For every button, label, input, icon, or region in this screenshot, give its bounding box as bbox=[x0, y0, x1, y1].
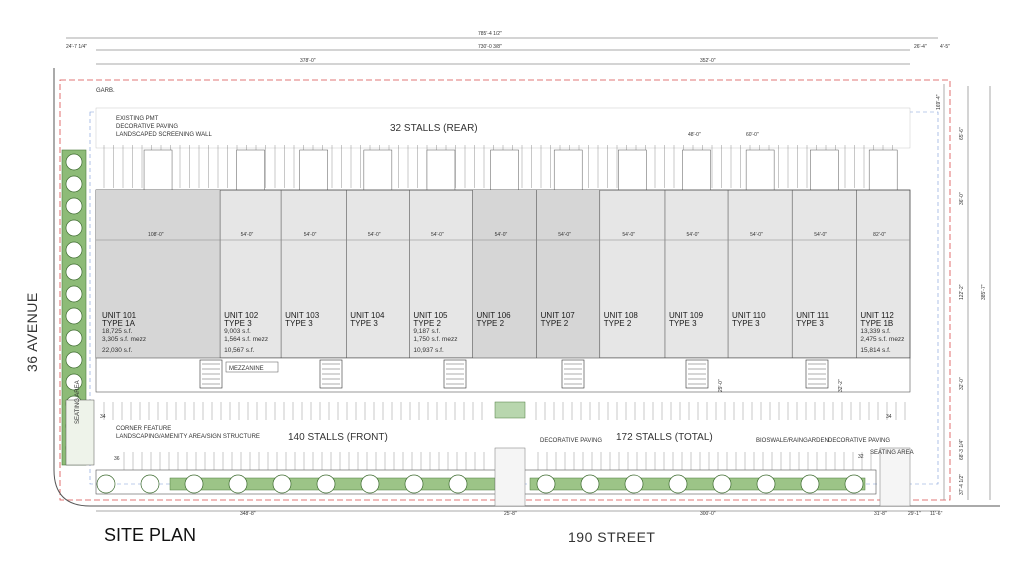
unit-label: 9,003 s.f. bbox=[224, 328, 251, 335]
text-layer: SITE PLAN 190 STREET 36 AVENUE 32 STALLS… bbox=[24, 31, 987, 545]
page-title: SITE PLAN bbox=[104, 525, 196, 545]
dim-bottom-driveway: 25'-8" bbox=[504, 511, 517, 517]
unit-label: 15,814 s.f. bbox=[860, 347, 891, 354]
stalls-rear: 32 STALLS (REAR) bbox=[390, 123, 478, 134]
stall-count-b: 36 bbox=[114, 456, 120, 462]
unit-label: 2,475 s.f. mezz bbox=[860, 336, 904, 343]
bay-width-label: 54'-0" bbox=[622, 232, 635, 238]
stall-count-a: 34 bbox=[886, 414, 892, 420]
stall-count-c: 34 bbox=[100, 414, 106, 420]
unit-label: TYPE 2 bbox=[413, 319, 441, 328]
dim-bottom-r3: 11'-6" bbox=[930, 511, 943, 517]
dim-bottom-east: 300'-0" bbox=[700, 511, 716, 517]
unit-label: 1,750 s.f. mezz bbox=[413, 336, 457, 343]
unit-label: TYPE 1A bbox=[102, 319, 136, 328]
callout-mezzanine: MEZZANINE bbox=[229, 366, 264, 372]
callout-corner-feature-2: LANDSCAPING/AMENITY AREA/SIGN STRUCTURE bbox=[116, 434, 260, 440]
dim-right-setback-b: 4'-5" bbox=[940, 44, 950, 50]
unit-label: TYPE 1B bbox=[860, 319, 893, 328]
dim-loading-a: 48'-0" bbox=[688, 132, 701, 138]
unit-label: TYPE 3 bbox=[350, 319, 378, 328]
dim-mezz-a: 29'-0" bbox=[718, 379, 724, 392]
dim-bottom-r1: 31'-8" bbox=[874, 511, 887, 517]
stalls-total: 172 STALLS (TOTAL) bbox=[616, 432, 713, 443]
callout-corner-feature-1: CORNER FEATURE bbox=[116, 426, 171, 432]
callout-seating-west: SEATING AREA bbox=[75, 380, 81, 424]
unit-label: 22,030 s.f. bbox=[102, 347, 133, 354]
callout-existing-pmt: EXISTING PMT bbox=[116, 116, 159, 122]
unit-label: 3,305 s.f. mezz bbox=[102, 336, 146, 343]
callout-bioswale: BIOSWALE/RAINGARDEN bbox=[756, 438, 829, 444]
dim-building: 730'-0 3/8" bbox=[478, 44, 502, 50]
unit-label: TYPE 3 bbox=[732, 319, 760, 328]
bay-width-label: 54'-0" bbox=[814, 232, 827, 238]
unit-label: 18,725 s.f. bbox=[102, 328, 133, 335]
bay-width-label: 54'-0" bbox=[495, 232, 508, 238]
callout-decorative-paving-mid: DECORATIVE PAVING bbox=[540, 438, 602, 444]
bay-width-label: 54'-0" bbox=[431, 232, 444, 238]
stall-count-d: 32 bbox=[858, 454, 864, 460]
dim-right-vertical-5: 169'-4" bbox=[936, 94, 942, 110]
unit-label: TYPE 3 bbox=[285, 319, 313, 328]
unit-label: 9,187 s.f. bbox=[413, 328, 440, 335]
bay-width-label: 54'-0" bbox=[750, 232, 763, 238]
dim-left-setback: 24'-7 1/4" bbox=[66, 44, 87, 50]
unit-label: TYPE 2 bbox=[604, 319, 632, 328]
unit-label: 10,937 s.f. bbox=[413, 347, 444, 354]
callout-garb: GARB. bbox=[96, 88, 115, 94]
dim-right-vertical-4: 385'-7" bbox=[981, 284, 987, 300]
callout-decorative-paving-east: DECORATIVE PAVING bbox=[828, 438, 890, 444]
street-south: 190 STREET bbox=[568, 529, 655, 545]
dim-right-vertical-6: 32'-0" bbox=[959, 377, 965, 390]
bay-width-label: 54'-0" bbox=[304, 232, 317, 238]
dim-right-setback-a: 26'-4" bbox=[914, 44, 927, 50]
unit-label: TYPE 2 bbox=[541, 319, 569, 328]
dim-bottom-west: 348'-8" bbox=[240, 511, 256, 517]
dim-mezz-b: 32'-2" bbox=[838, 379, 844, 392]
dim-bottom-r2: 29'-1" bbox=[908, 511, 921, 517]
dim-right-vertical-1: 65'-6" bbox=[959, 127, 965, 140]
bay-width-label: 54'-0" bbox=[241, 232, 254, 238]
dim-right-vertical-8: 37'-4 1/2" bbox=[959, 474, 965, 495]
dim-overall: 785'-4 1/2" bbox=[478, 31, 502, 37]
bay-width-label: 54'-0" bbox=[687, 232, 700, 238]
bay-width-label: 54'-0" bbox=[558, 232, 571, 238]
callout-seating-east: SEATING AREA bbox=[870, 450, 914, 456]
bay-width-label: 108'-0" bbox=[148, 232, 164, 238]
unit-label: TYPE 3 bbox=[796, 319, 824, 328]
dim-right-vertical-2: 36'-0" bbox=[959, 192, 965, 205]
unit-label: TYPE 2 bbox=[477, 319, 505, 328]
dim-right-vertical-7: 68'-3 1/4" bbox=[959, 439, 965, 460]
dim-loading-b: 60'-0" bbox=[746, 132, 759, 138]
street-west: 36 AVENUE bbox=[24, 292, 40, 372]
unit-label: 13,339 s.f. bbox=[860, 328, 891, 335]
callout-landscaped-wall: LANDSCAPED SCREENING WALL bbox=[116, 132, 212, 138]
callout-decorative-paving-nw: DECORATIVE PAVING bbox=[116, 124, 178, 130]
bay-width-label: 82'-0" bbox=[873, 232, 886, 238]
dim-east-half: 352'-0" bbox=[700, 58, 716, 64]
unit-label: TYPE 3 bbox=[224, 319, 252, 328]
unit-label: TYPE 3 bbox=[669, 319, 697, 328]
bay-width-label: 54'-0" bbox=[368, 232, 381, 238]
stalls-front: 140 STALLS (FRONT) bbox=[288, 432, 388, 443]
unit-label: 10,567 s.f. bbox=[224, 347, 255, 354]
dim-right-vertical-3: 122'-2" bbox=[959, 284, 965, 300]
dim-west-half: 378'-0" bbox=[300, 58, 316, 64]
unit-label: 1,564 s.f. mezz bbox=[224, 336, 268, 343]
